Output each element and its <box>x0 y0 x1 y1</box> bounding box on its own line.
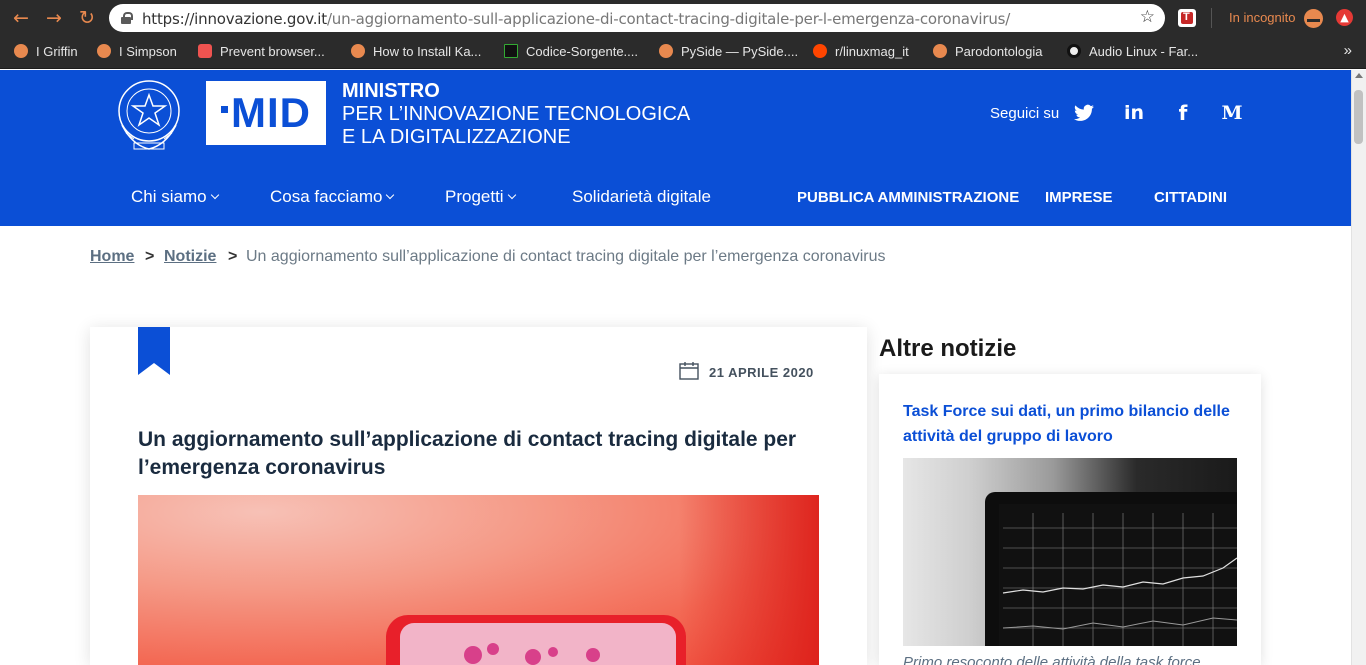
globe-icon <box>351 44 365 58</box>
sidebar-title: Altre notizie <box>879 335 1017 362</box>
bookmark-item[interactable]: I Griffin <box>14 44 78 60</box>
globe-icon <box>14 44 28 58</box>
bookmark-item[interactable]: Codice-Sorgente.... <box>504 44 638 60</box>
news-card-subtitle: Primo resoconto delle attività della tas… <box>903 654 1201 665</box>
url-text: https://innovazione.gov.it/un-aggiorname… <box>142 10 1011 28</box>
globe-icon <box>933 44 947 58</box>
globe-icon <box>97 44 111 58</box>
reload-icon[interactable]: ↻ <box>77 8 97 28</box>
medium-icon[interactable]: M <box>1221 102 1243 124</box>
breadcrumb-home[interactable]: Home <box>90 248 134 266</box>
breadcrumb-news[interactable]: Notizie <box>164 248 216 266</box>
breadcrumb-current: Un aggiornamento sull’applicazione di co… <box>246 248 886 265</box>
scrollbar-thumb[interactable] <box>1354 90 1363 144</box>
scroll-up-arrow-icon[interactable] <box>1355 73 1363 78</box>
calendar-icon <box>679 362 699 380</box>
linkedin-icon[interactable]: in <box>1123 102 1145 124</box>
nav-progetti[interactable]: Progetti <box>445 187 516 207</box>
ministry-name[interactable]: MINISTRO PER L’INNOVAZIONE TECNOLOGICA E… <box>342 80 690 149</box>
bookmark-item[interactable]: Parodontologia <box>933 44 1042 60</box>
bookmark-item[interactable]: r/linuxmag_it <box>813 44 909 60</box>
news-card-image[interactable] <box>903 458 1237 646</box>
bookmarks-more[interactable]: » <box>1344 42 1352 59</box>
bookmark-item[interactable]: Audio Linux - Far... <box>1067 44 1198 60</box>
page-scrollbar[interactable] <box>1351 70 1366 665</box>
terminal-icon <box>504 44 518 58</box>
lock-icon <box>121 12 133 24</box>
article-title: Un aggiornamento sull’applicazione di co… <box>138 428 797 479</box>
follow-label: Seguici su <box>990 105 1060 122</box>
forward-arrow-icon[interactable]: → <box>44 8 64 28</box>
nav-cosa-facciamo[interactable]: Cosa facciamo <box>270 187 395 207</box>
bookmark-ribbon-icon <box>138 327 170 375</box>
shield-icon <box>198 44 212 58</box>
breadcrumb-separator: > <box>145 248 155 265</box>
extension-icon[interactable] <box>1178 9 1196 27</box>
bookmarks-bar: I Griffin I Simpson Prevent browser... H… <box>0 36 1366 69</box>
breadcrumb-separator: > <box>228 248 238 265</box>
back-arrow-icon[interactable]: ← <box>11 8 31 28</box>
incognito-label: In incognito <box>1229 10 1296 25</box>
toolbar-divider <box>1211 8 1212 28</box>
nav-cittadini[interactable]: CITTADINI <box>1154 189 1227 206</box>
republic-emblem-icon <box>118 80 180 150</box>
address-bar[interactable]: https://innovazione.gov.it/un-aggiorname… <box>109 4 1165 32</box>
reddit-icon <box>813 44 827 58</box>
news-card-title[interactable]: Task Force sui dati, un primo bilancio d… <box>903 399 1243 449</box>
bookmark-star-icon[interactable]: ☆ <box>1140 7 1155 27</box>
chevron-down-icon <box>507 190 516 200</box>
chevron-down-icon <box>210 190 219 200</box>
incognito-icon[interactable] <box>1304 9 1323 28</box>
article-date: 21 APRILE 2020 <box>709 365 814 380</box>
audio-icon <box>1067 44 1081 58</box>
mid-logo[interactable]: MID <box>206 81 326 145</box>
facebook-icon[interactable]: f <box>1172 102 1194 124</box>
browser-toolbar: ← → ↻ https://innovazione.gov.it/un-aggi… <box>0 0 1366 36</box>
article-hero-image <box>138 495 819 665</box>
nav-pubblica-amministrazione[interactable]: PUBBLICA AMMINISTRAZIONE <box>797 189 1019 206</box>
update-arrow-icon[interactable]: ▲ <box>1336 9 1353 26</box>
twitter-icon[interactable] <box>1073 102 1095 124</box>
chevron-down-icon <box>386 190 395 200</box>
bookmark-item[interactable]: How to Install Ka... <box>351 44 481 60</box>
nav-chi-siamo[interactable]: Chi siamo <box>131 187 219 207</box>
nav-solidarieta-digitale[interactable]: Solidarietà digitale <box>572 187 711 207</box>
bookmark-item[interactable]: Prevent browser... <box>198 44 325 60</box>
nav-imprese[interactable]: IMPRESE <box>1045 189 1113 206</box>
bookmark-item[interactable]: I Simpson <box>97 44 177 60</box>
globe-icon <box>659 44 673 58</box>
bookmark-item[interactable]: PySide — PySide.... <box>659 44 798 60</box>
